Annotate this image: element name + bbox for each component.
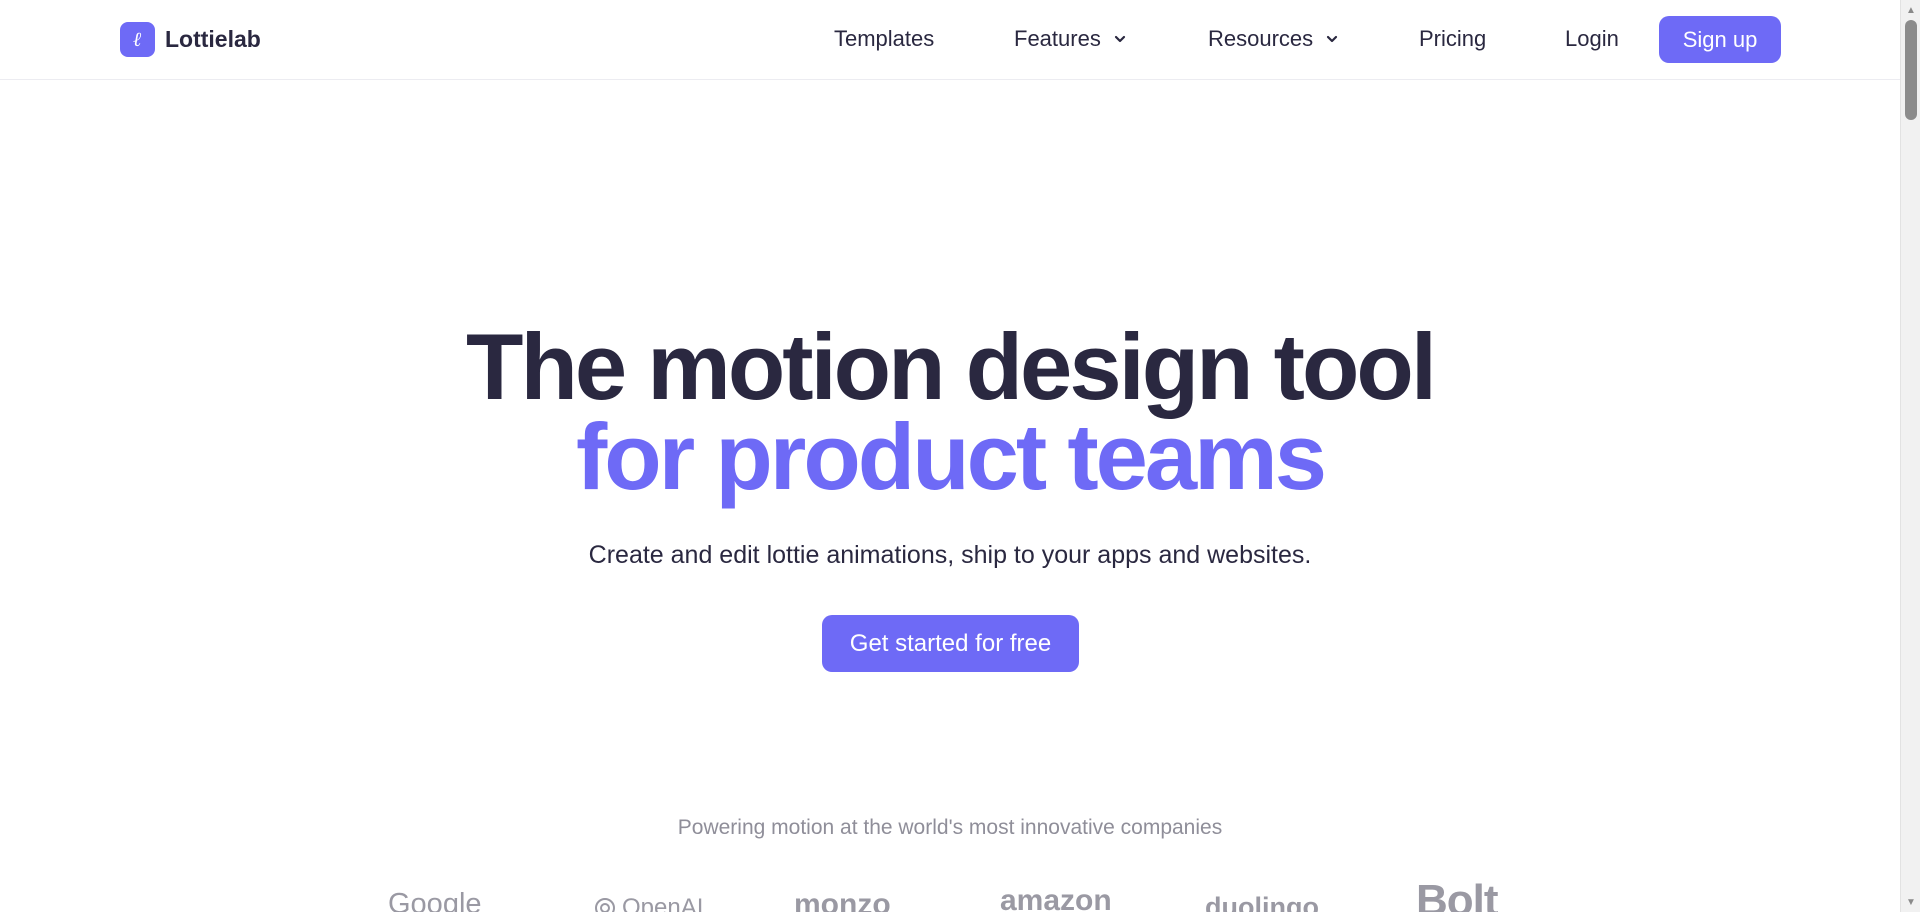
social-proof-heading: Powering motion at the world's most inno…	[677, 816, 1223, 839]
scrollbar-thumb[interactable]	[1905, 20, 1917, 120]
brand-name: Lottielab	[165, 26, 261, 52]
hero-subtitle: Create and edit lottie animations, ship …	[588, 541, 1312, 569]
chevron-down-icon	[1327, 35, 1338, 43]
openai-logo-icon	[595, 898, 615, 912]
google-logo: Google	[388, 888, 482, 912]
company-logos: Google OpenAI monzo amazon duolingo Bolt	[0, 880, 1900, 912]
monzo-logo: monzo	[794, 888, 891, 912]
logo-link[interactable]: ℓ Lottielab	[120, 22, 261, 57]
vertical-scrollbar[interactable]: ▲ ▼	[1900, 0, 1920, 912]
get-started-button[interactable]: Get started for free	[822, 615, 1079, 672]
openai-logo: OpenAI	[592, 894, 703, 912]
nav-login[interactable]: Login	[1565, 26, 1619, 52]
chevron-down-icon	[1114, 35, 1125, 43]
hero-title-line2: for product teams	[575, 404, 1327, 509]
duolingo-logo: duolingo	[1205, 892, 1319, 912]
scroll-up-arrow-icon[interactable]: ▲	[1901, 2, 1920, 18]
nav-features[interactable]: Features	[1014, 26, 1127, 52]
openai-logo-text: OpenAI	[622, 894, 704, 912]
nav-login-label: Login	[1565, 26, 1619, 51]
amazon-logo: amazon	[1000, 884, 1112, 912]
scroll-down-arrow-icon[interactable]: ▼	[1901, 894, 1920, 910]
lottielab-logo-icon: ℓ	[120, 22, 155, 57]
nav-templates[interactable]: Templates	[834, 26, 934, 52]
nav-resources[interactable]: Resources	[1208, 26, 1339, 52]
nav-pricing-label: Pricing	[1419, 26, 1487, 51]
nav-pricing[interactable]: Pricing	[1419, 26, 1486, 52]
nav-resources-label: Resources	[1208, 26, 1314, 51]
sign-up-button[interactable]: Sign up	[1659, 16, 1781, 63]
nav-templates-label: Templates	[834, 26, 935, 51]
page: ℓ Lottielab Templates Features Resources…	[0, 0, 1900, 912]
top-navbar: ℓ Lottielab Templates Features Resources…	[0, 0, 1900, 80]
nav-features-label: Features	[1014, 26, 1101, 51]
bolt-logo: Bolt	[1416, 880, 1499, 912]
